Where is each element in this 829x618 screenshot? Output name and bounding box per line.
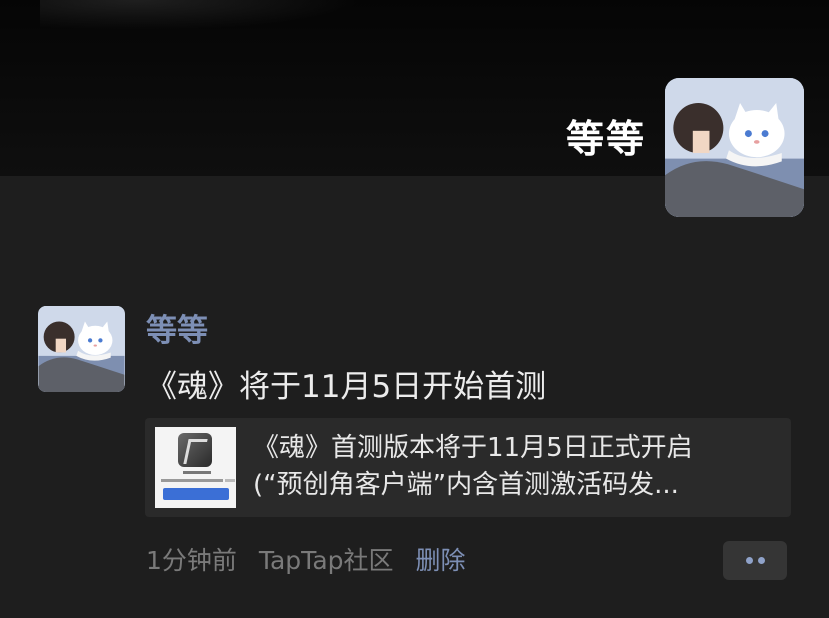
link-thumbnail xyxy=(155,427,236,508)
cover-avatar[interactable] xyxy=(665,78,804,217)
post-text: 《魂》将于11月5日开始首测 xyxy=(146,369,547,405)
thumbnail-text-bar xyxy=(225,479,235,482)
avatar-illustration-icon xyxy=(38,306,125,392)
cover-user-name: 等等 xyxy=(565,117,646,161)
app-logo-icon xyxy=(178,433,212,467)
post-time: 1分钟前 xyxy=(146,546,237,575)
avatar-illustration-icon xyxy=(665,78,804,217)
link-title-line: 《魂》首测版本将于11月5日正式开启 xyxy=(253,433,693,463)
delete-button[interactable]: 删除 xyxy=(415,546,465,575)
more-actions-button[interactable] xyxy=(723,541,787,580)
thumbnail-button-shape xyxy=(163,488,229,500)
shared-link-card[interactable]: 《魂》首测版本将于11月5日正式开启 (“预创角客户端”内含首测激活码发... xyxy=(145,418,791,517)
link-title-line: (“预创角客户端”内含首测激活码发... xyxy=(253,470,679,500)
post-source[interactable]: TapTap社区 xyxy=(259,546,394,575)
post-author-avatar[interactable] xyxy=(38,306,125,392)
link-title: 《魂》首测版本将于11月5日正式开启 (“预创角客户端”内含首测激活码发... xyxy=(253,430,778,504)
thumbnail-text-bar xyxy=(183,471,211,474)
post-meta: 1分钟前 TapTap社区 删除 xyxy=(146,541,479,577)
more-dots-icon xyxy=(746,557,753,564)
moments-page: 等等 等等 《魂》将于11月5日开始首测 《魂》首测版本将于11月5日正式开启 … xyxy=(0,0,829,618)
cover-haze xyxy=(40,0,360,30)
post-author-name[interactable]: 等等 xyxy=(146,305,208,350)
thumbnail-text-bar xyxy=(161,479,223,482)
more-dots-icon xyxy=(758,557,765,564)
